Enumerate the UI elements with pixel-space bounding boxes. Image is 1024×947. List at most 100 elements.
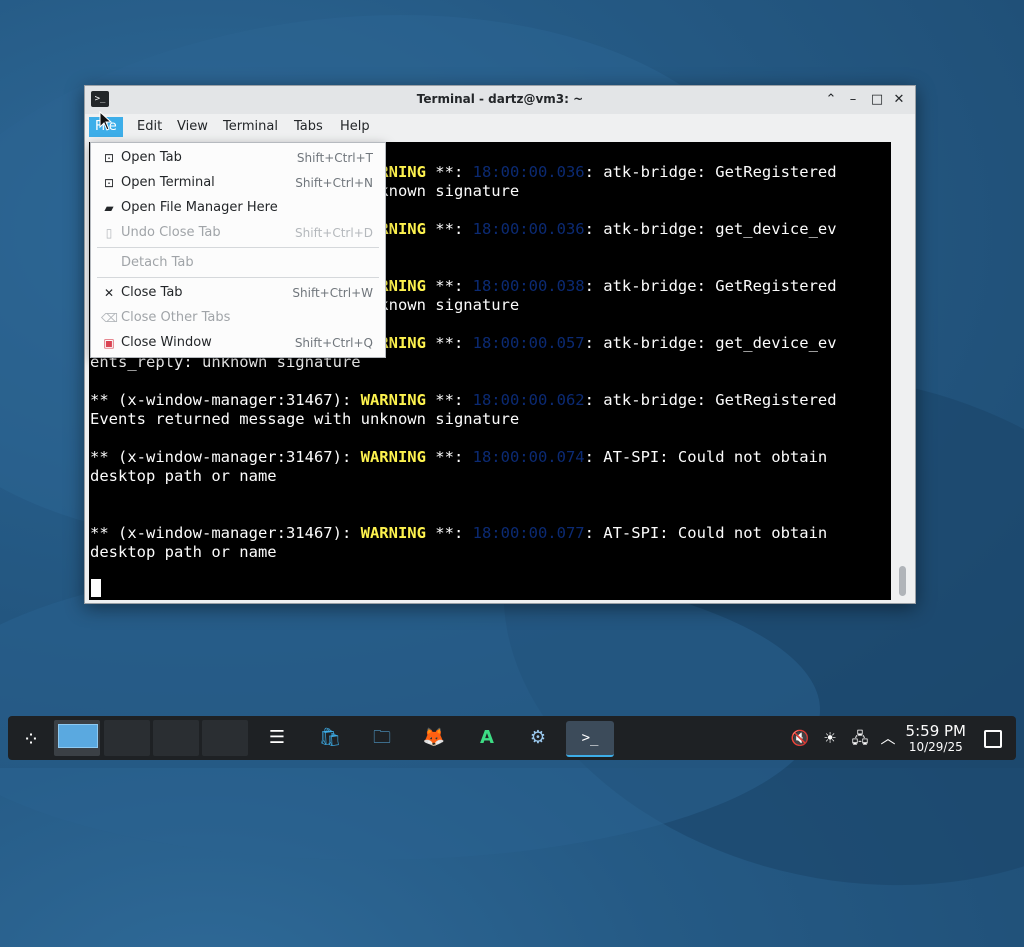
new-tab-icon: ⊡ [103,151,115,165]
terminal-text: **: [425,277,473,295]
menu-item-open-tab[interactable]: ⊡ Open Tab Shift+Ctrl+T [91,146,385,170]
terminal-text: **: [425,524,473,542]
terminal-text: : atk-bridge: GetRegistered [584,277,837,295]
menu-edit[interactable]: Edit [131,117,168,137]
terminal-text: **: [425,448,473,466]
virtual-desktop-1[interactable] [54,720,100,756]
terminal-line: ** (x-window-manager:31467): WARNING **:… [90,448,827,467]
menu-item-label: Open Terminal [121,175,215,190]
warning-label: WARNING [360,448,426,466]
terminal-line: ** (x-window-manager:31467): WARNING **:… [90,391,837,410]
terminal-text: Events returned message with unknown sig… [90,410,520,428]
menu-item-open-file-manager[interactable]: ▰ Open File Manager Here [91,196,385,220]
terminal-text: : AT-SPI: Could not obtain [584,524,828,542]
menu-item-shortcut: Shift+Ctrl+W [292,286,373,300]
virtual-desktop-2[interactable] [104,720,150,756]
menu-item-shortcut: Shift+Ctrl+D [295,226,373,240]
volume-muted-icon[interactable]: 🔇 [790,728,810,748]
menu-item-label: Open File Manager Here [121,200,278,215]
menu-item-close-other-tabs: ⌫ Close Other Tabs [91,306,385,330]
taskbar: ⁘ ☰ 🛍 🗀 🦊 A ⚙ >_ 🔇 ☀ 🖧 ︿ 5:59 PM 10/29/2… [8,716,1016,760]
folder-icon: ▰ [104,201,114,215]
file-menu-dropdown: ⊡ Open Tab Shift+Ctrl+T ⊡ Open Terminal … [90,142,386,358]
terminal-line: Events returned message with unknown sig… [90,410,519,429]
menu-item-label: Open Tab [121,150,182,165]
brightness-icon[interactable]: ☀ [820,728,840,748]
timestamp: 18:00:00.077 [472,524,585,542]
timestamp: 18:00:00.036 [472,163,585,181]
software-store-icon[interactable]: 🛍 [313,721,347,755]
window-title: Terminal - dartz@vm3: ~ [416,92,584,106]
terminal-line: desktop path or name [90,543,277,562]
close-window-icon: ▣ [103,336,115,350]
menu-item-shortcut: Shift+Ctrl+T [296,151,373,165]
virtual-desktop-4[interactable] [202,720,248,756]
menu-item-close-tab[interactable]: ✕ Close Tab Shift+Ctrl+W [91,281,385,305]
terminal-text: **: [425,220,473,238]
maximize-button[interactable]: □ [867,90,887,110]
close-others-icon: ⌫ [101,311,118,325]
menu-item-detach-tab: Detach Tab [91,251,385,275]
mouse-pointer-icon [99,111,113,131]
terminal-text: : atk-bridge: get_device_ev [584,220,837,238]
timestamp: 18:00:00.062 [472,391,585,409]
timestamp: 18:00:00.036 [472,220,585,238]
timestamp: 18:00:00.057 [472,334,585,352]
menu-item-shortcut: Shift+Ctrl+N [295,176,373,190]
menu-terminal[interactable]: Terminal [217,117,284,137]
terminal-text: ** (x-window-manager:31467): [90,391,361,409]
terminal-text: ** (x-window-manager:31467): [90,524,361,542]
menu-item-label: Detach Tab [121,255,194,270]
terminal-text: **: [425,391,473,409]
menu-item-undo-close-tab: ▯ Undo Close Tab Shift+Ctrl+D [91,221,385,245]
menu-separator [97,277,379,278]
file-manager-icon[interactable]: 🗀 [365,721,399,755]
menu-item-close-window[interactable]: ▣ Close Window Shift+Ctrl+Q [91,331,385,355]
terminal-text: desktop path or name [90,467,277,485]
firefox-icon[interactable]: 🦊 [417,721,451,755]
terminal-text: : atk-bridge: GetRegistered [584,163,837,181]
show-desktop-icon[interactable] [984,730,1002,748]
terminal-icon[interactable]: >_ [566,721,614,757]
menu-view[interactable]: View [171,117,214,137]
menu-item-label: Close Other Tabs [121,310,231,325]
menu-separator [97,247,379,248]
undo-icon: ▯ [105,226,113,240]
system-settings-icon[interactable]: ⚙ [521,721,555,755]
virtual-desktop-3[interactable] [153,720,199,756]
timestamp: 18:00:00.074 [472,448,585,466]
menu-help[interactable]: Help [334,117,376,137]
menu-item-open-terminal[interactable]: ⊡ Open Terminal Shift+Ctrl+N [91,171,385,195]
minimize-button[interactable]: – [843,90,863,110]
terminal-text: ** (x-window-manager:31467): [90,448,361,466]
terminal-text: : atk-bridge: GetRegistered [584,391,837,409]
terminal-text: desktop path or name [90,543,277,561]
network-icon[interactable]: 🖧 [850,728,870,748]
keep-above-button[interactable]: ⌃ [821,90,841,110]
android-studio-icon[interactable]: A [470,721,504,755]
settings-panel-icon[interactable]: ☰ [260,721,294,755]
clock[interactable]: 5:59 PM 10/29/25 [906,722,966,754]
terminal-text: : atk-bridge: get_device_ev [584,334,837,352]
warning-label: WARNING [360,391,426,409]
terminal-text: **: [425,163,473,181]
clock-date: 10/29/25 [908,740,963,754]
menu-item-label: Undo Close Tab [121,225,221,240]
menu-item-shortcut: Shift+Ctrl+Q [294,336,373,350]
scrollbar-thumb[interactable] [899,566,906,596]
terminal-scrollbar[interactable] [895,142,911,600]
close-button[interactable]: ✕ [889,90,909,110]
menu-tabs[interactable]: Tabs [288,117,329,137]
terminal-text: **: [425,334,473,352]
close-icon: ✕ [103,286,115,300]
window-titlebar[interactable]: >_ Terminal - dartz@vm3: ~ ⌃ – □ ✕ [85,86,915,115]
warning-label: WARNING [360,524,426,542]
tray-expand-icon[interactable]: ︿ [878,728,898,748]
launcher-icon[interactable]: ⁘ [18,726,44,752]
terminal-line: desktop path or name [90,467,277,486]
menu-item-label: Close Tab [121,285,183,300]
timestamp: 18:00:00.038 [472,277,585,295]
new-window-icon: ⊡ [103,176,115,190]
terminal-line: ** (x-window-manager:31467): WARNING **:… [90,524,827,543]
menu-item-label: Close Window [121,335,212,350]
